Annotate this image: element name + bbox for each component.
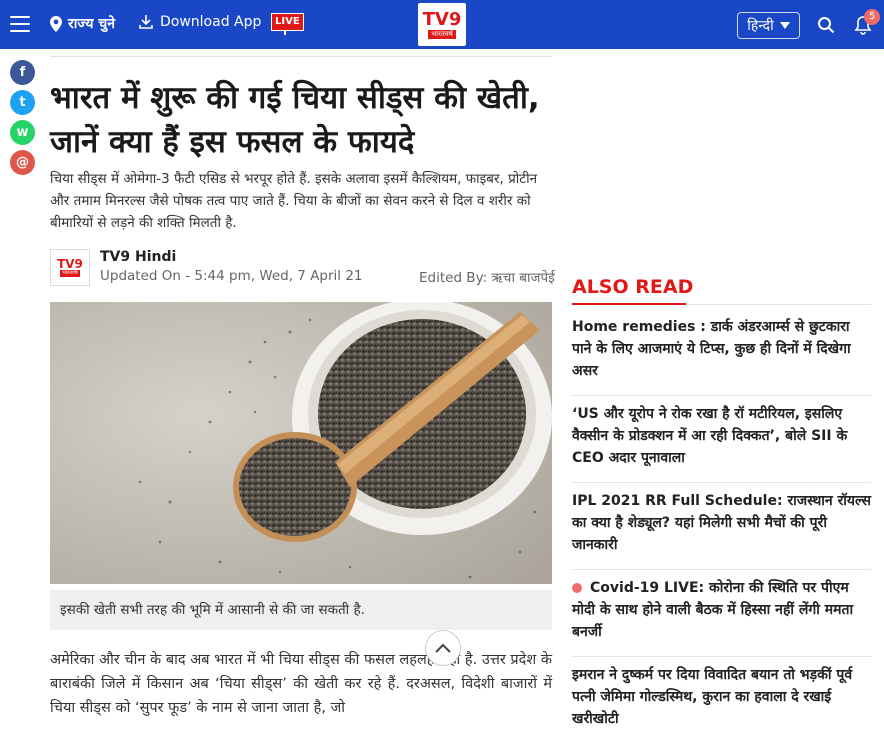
live-tv-button[interactable]: LIVE <box>271 13 304 31</box>
photo-caption: इसकी खेती सभी तरह की भूमि में आसानी से क… <box>50 590 552 630</box>
live-dot-icon <box>572 583 582 593</box>
also-read-item-title: IPL 2021 RR Full Schedule: राजस्थान रॉयल… <box>572 493 871 553</box>
notification-badge: 5 <box>864 9 880 25</box>
scroll-to-top-button[interactable] <box>425 630 461 666</box>
chevron-up-icon <box>435 643 451 653</box>
updated-timestamp: Updated On - 5:44 pm, Wed, 7 April 21 <box>100 268 363 284</box>
also-read-item-title: ‘US और यूरोप ने रोक रखा है रॉ मटीरियल, इ… <box>572 406 848 466</box>
author-avatar: TV9 भारतवर्ष <box>50 249 90 286</box>
author-logo-text: TV9 <box>57 257 83 271</box>
also-read-item[interactable]: Home remedies : डार्क अंडरआर्म्स से छुटक… <box>572 316 871 382</box>
location-pin-icon <box>50 15 62 32</box>
article-photo <box>50 302 552 584</box>
state-selector[interactable]: राज्य चुने <box>50 14 115 33</box>
logo-sub: भारतवर्ष <box>428 29 456 39</box>
logo-text: TV9 <box>422 8 462 30</box>
whatsapp-icon[interactable]: w <box>10 120 35 145</box>
also-read-item[interactable]: IPL 2021 RR Full Schedule: राजस्थान रॉयल… <box>572 490 871 556</box>
search-icon[interactable] <box>817 16 835 34</box>
top-navigation-bar: राज्य चुने Download App LIVE TV9 भारतवर्… <box>0 0 884 49</box>
chia-seeds-bowl-image <box>50 302 552 584</box>
author-name[interactable]: TV9 Hindi <box>100 249 176 265</box>
also-read-item[interactable]: Covid-19 LIVE: कोरोना की स्थिति पर पीएम … <box>572 577 871 643</box>
tv9-logo[interactable]: TV9 भारतवर्ष <box>418 3 466 46</box>
divider <box>50 56 552 57</box>
facebook-icon[interactable]: f <box>10 60 35 85</box>
email-icon[interactable]: @ <box>10 150 35 175</box>
also-read-item-title: Home remedies : डार्क अंडरआर्म्स से छुटक… <box>572 319 851 379</box>
download-app-link[interactable]: Download App <box>138 14 261 30</box>
article-body: अमेरिका और चीन के बाद अब भारत में भी चिय… <box>50 652 552 716</box>
language-dropdown[interactable]: हिन्दी <box>737 12 800 39</box>
also-read-item-title: इमरान ने दुष्कर्म पर दिया विवादित बयान त… <box>572 667 853 727</box>
article-title: भारत में शुरू की गई चिया सीड्स की खेती, … <box>50 80 540 160</box>
menu-icon[interactable] <box>10 16 30 32</box>
twitter-icon[interactable]: t <box>10 90 35 115</box>
live-tv-stand <box>284 31 286 35</box>
download-icon <box>139 15 153 29</box>
also-read-heading: ALSO READ <box>572 276 694 298</box>
article-summary: चिया सीड्स में ओमेगा-3 फैटी एसिड से भरपू… <box>50 171 538 231</box>
download-label: Download App <box>160 14 262 30</box>
edited-by: Edited By: ऋचा बाजपेई <box>419 270 555 286</box>
chevron-down-icon <box>779 22 790 29</box>
also-read-separator <box>572 482 871 483</box>
also-read-item[interactable]: इमरान ने दुष्कर्म पर दिया विवादित बयान त… <box>572 664 871 730</box>
also-read-separator <box>572 569 871 570</box>
also-read-separator <box>572 656 871 657</box>
language-label: हिन्दी <box>747 18 774 34</box>
state-label: राज्य चुने <box>68 16 116 32</box>
author-logo-sub: भारतवर्ष <box>60 270 80 277</box>
also-read-underline <box>572 303 686 305</box>
also-read-separator <box>572 395 871 396</box>
also-read-item-title: Covid-19 LIVE: कोरोना की स्थिति पर पीएम … <box>572 580 854 640</box>
also-read-item[interactable]: ‘US और यूरोप ने रोक रखा है रॉ मटीरियल, इ… <box>572 403 871 469</box>
